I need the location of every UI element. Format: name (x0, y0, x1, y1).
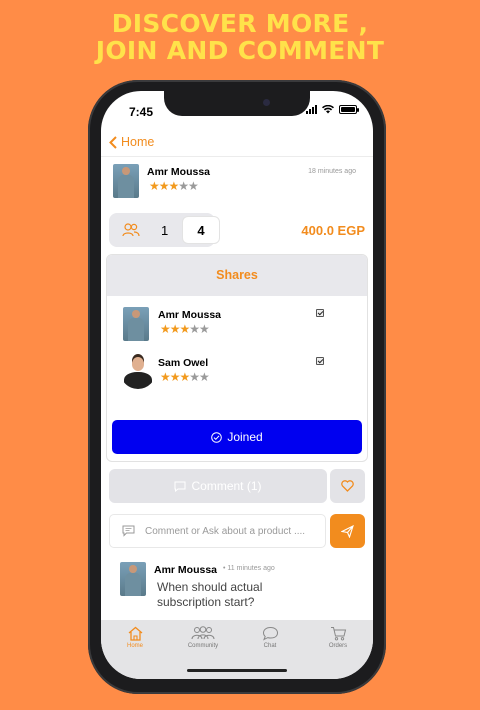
send-icon (341, 524, 354, 538)
notch (164, 91, 310, 116)
tab-chat[interactable]: Chat (245, 626, 295, 649)
promo-line-2: JOIN AND COMMENT (95, 36, 385, 65)
post-author-name[interactable]: Amr Moussa (147, 166, 210, 178)
signal-icon (306, 105, 317, 114)
message-icon (122, 525, 135, 537)
nav-bar: Home (101, 127, 373, 157)
price-label: 400.0 EGP (301, 223, 365, 238)
quantity-selected: 1 (161, 223, 169, 238)
promo-headline: DISCOVER MORE , JOIN AND COMMENT (0, 10, 480, 64)
promo-line-1: DISCOVER MORE , (111, 9, 369, 38)
member-avatar[interactable] (123, 307, 149, 341)
member-checkbox[interactable] (316, 309, 324, 317)
post-rating: ★★★★★ (149, 179, 199, 193)
post-time: 18 minutes ago (308, 168, 356, 175)
joined-button[interactable]: Joined (112, 420, 362, 454)
app-screen: 7:45 Home Amr Moussa ★★★★★ 18 minutes ag… (101, 91, 373, 679)
cart-icon (330, 627, 346, 641)
tab-community-label: Community (187, 643, 219, 649)
comment-time: • 11 minutes ago (223, 565, 275, 572)
heart-icon (341, 480, 354, 492)
shares-card: Shares Amr Moussa ★★★★★ Sam Owel ★★★★★ J… (106, 254, 368, 462)
home-icon (128, 626, 142, 641)
member-name: Sam Owel (158, 357, 209, 369)
comment-button[interactable]: Comment (1) (109, 469, 327, 503)
tab-orders[interactable]: Orders (313, 626, 363, 649)
comment-button-label: Comment (1) (191, 479, 262, 493)
check-circle-icon (211, 431, 223, 443)
member-rating: ★★★★★ (160, 370, 210, 384)
status-icons (306, 105, 359, 114)
quantity-selector[interactable]: 1 4 (109, 213, 220, 247)
back-label: Home (121, 135, 155, 149)
shares-title: Shares (107, 255, 367, 296)
comment-icon (174, 481, 186, 492)
member-checkbox[interactable] (316, 357, 324, 365)
comment-input-placeholder: Comment or Ask about a product .... (145, 525, 306, 537)
member-avatar[interactable] (120, 353, 156, 389)
comment-time-text: 11 minutes ago (227, 565, 275, 572)
comment-author-name[interactable]: Amr Moussa (154, 564, 217, 576)
like-button[interactable] (330, 469, 365, 503)
camera-icon (263, 99, 270, 106)
joined-label: Joined (227, 430, 263, 444)
send-button[interactable] (330, 514, 365, 548)
tab-home-label: Home (126, 643, 143, 649)
comment-input[interactable]: Comment or Ask about a product .... (109, 514, 326, 548)
post-author-avatar[interactable] (113, 164, 139, 198)
comment-text: When should actual subscription start? (157, 580, 263, 609)
chat-icon (262, 626, 278, 641)
status-time: 7:45 (129, 105, 154, 119)
member-rating: ★★★★★ (160, 322, 210, 336)
tab-chat-label: Chat (263, 643, 277, 649)
users-icon (122, 223, 140, 237)
tab-home[interactable]: Home (110, 626, 160, 649)
tab-community[interactable]: Community (178, 626, 228, 649)
member-name: Amr Moussa (158, 309, 222, 321)
chevron-left-icon (109, 135, 117, 149)
comment-author-avatar[interactable] (120, 562, 146, 596)
tab-orders-label: Orders (328, 643, 348, 649)
back-button[interactable]: Home (109, 135, 154, 149)
quantity-total[interactable]: 4 (182, 216, 220, 244)
community-icon (191, 626, 215, 640)
tab-bar: Home Community Chat Orders (101, 620, 373, 679)
wifi-icon (322, 105, 334, 114)
battery-icon (339, 105, 359, 114)
home-indicator (187, 669, 287, 672)
